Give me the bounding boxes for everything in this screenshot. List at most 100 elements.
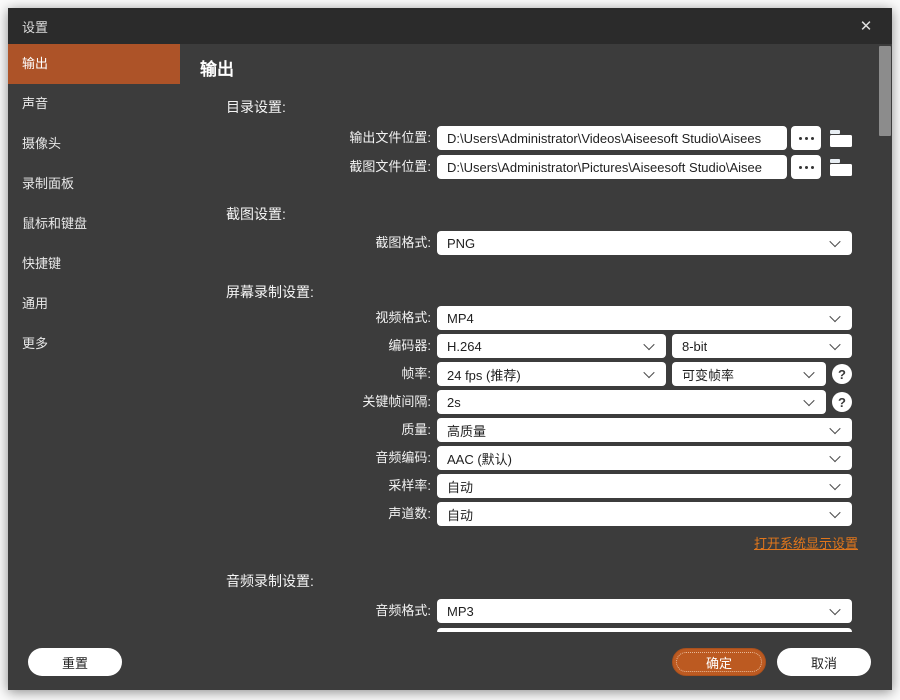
screenshot-format-row: 截图格式: PNG (180, 231, 892, 255)
chevron-down-icon (643, 367, 654, 378)
sidebar-item-hotkeys[interactable]: 快捷键 (8, 244, 180, 284)
field-label: 声道数: (180, 502, 437, 526)
footer-bar: 重置 确定 取消 (8, 632, 892, 690)
section-header-screenshot: 截图设置: (226, 205, 892, 223)
chevron-down-icon (803, 367, 814, 378)
keyframe-interval-row: 关键帧间隔: 2s ? (180, 390, 892, 414)
window-title: 设置 (22, 17, 48, 36)
snapshot-location-row: 截图文件位置: D:\Users\Administrator\Pictures\… (180, 155, 892, 179)
ok-button[interactable]: 确定 (672, 648, 766, 676)
sidebar-item-label: 快捷键 (22, 256, 61, 271)
page-title: 输出 (200, 58, 892, 82)
sample-rate-select[interactable]: 自动 (437, 474, 852, 498)
field-label: 音频格式: (180, 599, 437, 623)
field-label: 截图格式: (180, 231, 437, 255)
chevron-down-icon (829, 339, 840, 350)
select-value: 可变帧率 (682, 365, 734, 384)
channels-select[interactable]: 自动 (437, 502, 852, 526)
sidebar-item-label: 摄像头 (22, 136, 61, 151)
chevron-down-icon (829, 451, 840, 462)
section-header-recording: 屏幕录制设置: (226, 283, 892, 301)
path-value: D:\Users\Administrator\Videos\Aiseesoft … (447, 131, 761, 146)
open-folder-icon[interactable] (830, 130, 852, 147)
select-value: MP3 (447, 604, 474, 619)
section-header-audio: 音频录制设置: (226, 572, 892, 590)
field-label: 输出文件位置: (180, 126, 437, 150)
quality-select[interactable]: 高质量 (437, 418, 852, 442)
audio-format-row: 音频格式: MP3 (180, 599, 892, 623)
field-label: 音频编码: (180, 446, 437, 470)
path-value: D:\Users\Administrator\Pictures\Aiseesof… (447, 160, 762, 175)
help-icon[interactable]: ? (832, 392, 852, 412)
field-label: 采样率: (180, 474, 437, 498)
sidebar-item-general[interactable]: 通用 (8, 284, 180, 324)
sidebar-item-mouse-keyboard[interactable]: 鼠标和键盘 (8, 204, 180, 244)
link-row: 打开系统显示设置 (443, 533, 858, 549)
sidebar-item-label: 通用 (22, 296, 48, 311)
sidebar: 输出 声音 摄像头 录制面板 鼠标和键盘 快捷键 通用 更多 (8, 44, 180, 690)
chevron-down-icon (803, 395, 814, 406)
open-system-display-settings-link[interactable]: 打开系统显示设置 (754, 536, 858, 551)
scrollbar-thumb[interactable] (879, 46, 891, 136)
content-panel: 输出 目录设置: 输出文件位置: D:\Users\Administrator\… (180, 44, 892, 632)
section-header-directory: 目录设置: (226, 98, 892, 116)
encoder-row: 编码器: H.264 8-bit (180, 334, 892, 358)
reset-button[interactable]: 重置 (28, 648, 122, 676)
open-folder-icon[interactable] (830, 159, 852, 176)
sidebar-item-label: 声音 (22, 96, 48, 111)
sidebar-item-more[interactable]: 更多 (8, 324, 180, 364)
sidebar-item-recording-panel[interactable]: 录制面板 (8, 164, 180, 204)
sample-rate-row: 采样率: 自动 (180, 474, 892, 498)
field-label: 截图文件位置: (180, 155, 437, 179)
select-value: AAC (默认) (447, 449, 512, 468)
sidebar-item-sound[interactable]: 声音 (8, 84, 180, 124)
audio-format-select[interactable]: MP3 (437, 599, 852, 623)
select-value: 自动 (447, 505, 473, 524)
field-label: 视频格式: (180, 306, 437, 330)
sidebar-item-label: 录制面板 (22, 176, 74, 191)
field-label: 编码器: (180, 334, 437, 358)
chevron-down-icon (643, 339, 654, 350)
frame-rate-select[interactable]: 24 fps (推荐) (437, 362, 666, 386)
screenshot-format-select[interactable]: PNG (437, 231, 852, 255)
select-value: H.264 (447, 339, 482, 354)
variable-frame-rate-select[interactable]: 可变帧率 (672, 362, 826, 386)
encoder-select[interactable]: H.264 (437, 334, 666, 358)
bit-depth-select[interactable]: 8-bit (672, 334, 852, 358)
cancel-button[interactable]: 取消 (777, 648, 871, 676)
help-icon[interactable]: ? (832, 364, 852, 384)
frame-rate-row: 帧率: 24 fps (推荐) 可变帧率 ? (180, 362, 892, 386)
title-bar: 设置 ✕ (8, 8, 892, 44)
select-value: 自动 (447, 477, 473, 496)
chevron-down-icon (829, 236, 840, 247)
sidebar-item-label: 更多 (22, 336, 48, 351)
chevron-down-icon (829, 479, 840, 490)
snapshot-location-input[interactable]: D:\Users\Administrator\Pictures\Aiseesof… (437, 155, 787, 179)
chevron-down-icon (829, 507, 840, 518)
select-value: 2s (447, 395, 461, 410)
select-value: MP4 (447, 311, 474, 326)
video-format-row: 视频格式: MP4 (180, 306, 892, 330)
quality-row: 质量: 高质量 (180, 418, 892, 442)
sidebar-item-output[interactable]: 输出 (8, 44, 180, 84)
field-label: 关键帧间隔: (180, 390, 437, 414)
field-label: 帧率: (180, 362, 437, 386)
channels-row: 声道数: 自动 (180, 502, 892, 526)
sidebar-item-label: 鼠标和键盘 (22, 216, 87, 231)
audio-codec-select[interactable]: AAC (默认) (437, 446, 852, 470)
browse-ellipsis-button[interactable] (791, 126, 821, 150)
chevron-down-icon (829, 423, 840, 434)
select-value: 8-bit (682, 339, 707, 354)
video-format-select[interactable]: MP4 (437, 306, 852, 330)
browse-ellipsis-button[interactable] (791, 155, 821, 179)
chevron-down-icon (829, 311, 840, 322)
output-location-input[interactable]: D:\Users\Administrator\Videos\Aiseesoft … (437, 126, 787, 150)
sidebar-item-camera[interactable]: 摄像头 (8, 124, 180, 164)
keyframe-interval-select[interactable]: 2s (437, 390, 826, 414)
close-icon[interactable]: ✕ (856, 16, 876, 36)
select-value: 24 fps (推荐) (447, 365, 521, 384)
settings-dialog: 设置 ✕ 输出 声音 摄像头 录制面板 鼠标和键盘 快捷键 通用 更多 输出 目… (8, 8, 892, 690)
audio-codec-row: 音频编码: AAC (默认) (180, 446, 892, 470)
select-value: PNG (447, 236, 475, 251)
chevron-down-icon (829, 604, 840, 615)
